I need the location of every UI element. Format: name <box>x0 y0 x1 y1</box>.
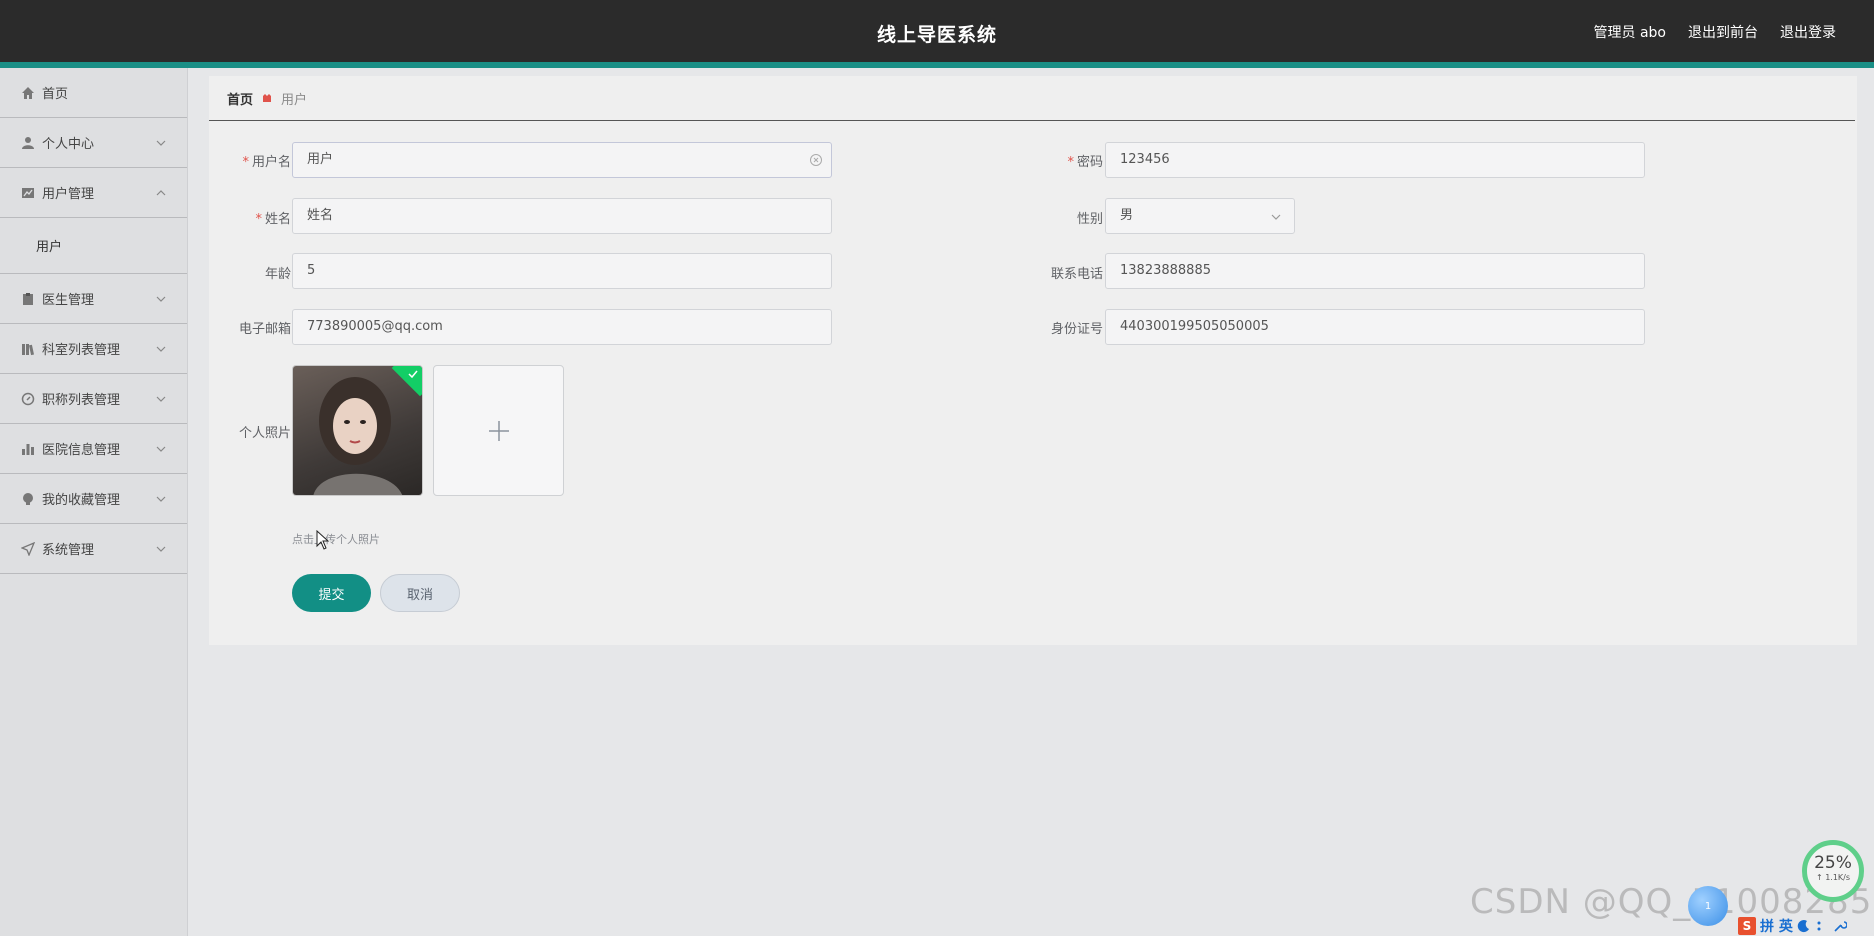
photo-upload-button[interactable] <box>433 365 564 496</box>
chevron-down-icon <box>156 546 166 552</box>
sidebar-item-label: 医生管理 <box>42 293 95 308</box>
chevron-down-icon <box>156 396 166 402</box>
submit-button[interactable]: 提交 <box>292 574 371 612</box>
chevron-down-icon <box>156 446 166 452</box>
clear-circle-icon[interactable] <box>809 153 823 167</box>
username-input[interactable]: 用户 <box>292 142 832 178</box>
check-icon <box>408 370 418 379</box>
sidebar-item-hospital-info-management[interactable]: 医院信息管理 <box>0 424 187 474</box>
sidebar-menu: 首页 个人中心 用户管理 用户 医生管理 科室列表管理 职称列表管理 医院信息管… <box>0 68 188 936</box>
bar-chart-icon <box>20 441 36 457</box>
sidebar-item-label: 个人中心 <box>42 137 95 152</box>
network-speed-widget[interactable]: 25% ↑ 1.1K/s <box>1802 840 1864 902</box>
gender-label: 性别 <box>1076 212 1103 227</box>
clipboard-icon <box>20 291 36 307</box>
photo-upload-hint: 点击上传个人照片 <box>292 533 380 546</box>
chevron-down-icon <box>156 496 166 502</box>
admin-user-link[interactable]: 管理员 abo <box>1594 22 1666 42</box>
sidebar-item-favorites-management[interactable]: 我的收藏管理 <box>0 474 187 524</box>
phone-input[interactable]: 13823888885 <box>1105 253 1645 289</box>
speed-percent: 25% <box>1814 853 1852 873</box>
sidebar-item-title-management[interactable]: 职称列表管理 <box>0 374 187 424</box>
email-label: 电子邮箱 <box>238 322 291 337</box>
sidebar-subitem-users[interactable]: 用户 <box>0 218 187 274</box>
username-label: * 用户名 <box>242 155 291 170</box>
sidebar-item-doctor-management[interactable]: 医生管理 <box>0 274 187 324</box>
photo-image <box>293 366 422 495</box>
punctuation-icon <box>1817 921 1821 931</box>
email-input[interactable]: 773890005@qq.com <box>292 309 832 345</box>
compass-icon <box>20 391 36 407</box>
breadcrumb-home-link[interactable]: 首页 <box>227 89 253 108</box>
breadcrumb-current: 用户 <box>281 92 308 108</box>
main-content-card: 首页 用户 * 用户名 用户 * 密码 123456 * 姓名 姓名 性别 男 年龄 … <box>209 76 1857 645</box>
library-icon <box>20 341 36 357</box>
top-links: 管理员 abo 退出到前台 退出登录 <box>1594 22 1836 42</box>
top-navbar: 线上导医系统 管理员 abo 退出到前台 退出登录 <box>0 0 1874 68</box>
age-label: 年龄 <box>264 267 291 282</box>
password-input[interactable]: 123456 <box>1105 142 1645 178</box>
sidebar-item-user-management[interactable]: 用户管理 <box>0 168 187 218</box>
cancel-button[interactable]: 取消 <box>380 574 460 612</box>
phone-label: 联系电话 <box>1050 267 1103 282</box>
plus-icon <box>489 421 509 441</box>
logout-link[interactable]: 退出登录 <box>1780 22 1836 42</box>
uploaded-photo-thumbnail[interactable] <box>292 365 423 496</box>
ime-toolbar[interactable]: S 拼 英 <box>1738 916 1847 936</box>
sidebar-item-department-management[interactable]: 科室列表管理 <box>0 324 187 374</box>
sidebar-item-label: 科室列表管理 <box>42 343 121 358</box>
sogou-logo-icon: S <box>1738 917 1756 935</box>
sidebar-item-label: 用户管理 <box>42 187 95 202</box>
sidebar-item-personal-center[interactable]: 个人中心 <box>0 118 187 168</box>
chevron-down-icon <box>1271 214 1281 220</box>
age-input[interactable]: 5 <box>292 253 832 289</box>
floating-assistant-ball[interactable]: 1 <box>1688 886 1728 926</box>
wrench-icon <box>1834 921 1847 932</box>
sidebar-item-label: 系统管理 <box>42 543 95 558</box>
id-number-label: 身份证号 <box>1050 322 1103 337</box>
sidebar-item-home[interactable]: 首页 <box>0 68 187 118</box>
back-to-frontend-link[interactable]: 退出到前台 <box>1688 22 1758 42</box>
chart-icon <box>20 185 36 201</box>
password-label: * 密码 <box>1067 155 1103 170</box>
photo-label: 个人照片 <box>238 426 291 441</box>
sidebar-item-label: 我的收藏管理 <box>42 493 121 508</box>
name-label: * 姓名 <box>255 212 291 227</box>
user-icon <box>20 135 36 151</box>
sidebar-item-label: 首页 <box>42 87 69 102</box>
id-number-input[interactable]: 440300199505050005 <box>1105 309 1645 345</box>
home-icon <box>20 85 36 101</box>
sidebar-item-label: 职称列表管理 <box>42 393 121 408</box>
sidebar-item-system-management[interactable]: 系统管理 <box>0 524 187 574</box>
name-input[interactable]: 姓名 <box>292 198 832 234</box>
chevron-down-icon <box>156 346 166 352</box>
chevron-up-icon <box>156 189 166 195</box>
ime-mode-label: 拼 英 <box>1760 919 1793 935</box>
speed-rate: ↑ 1.1K/s <box>1815 873 1851 882</box>
chevron-down-icon <box>156 296 166 302</box>
gender-select[interactable]: 男 <box>1105 198 1295 234</box>
send-icon <box>20 541 36 557</box>
bulb-icon <box>20 491 36 507</box>
sidebar-item-label: 医院信息管理 <box>42 443 121 458</box>
moon-icon <box>1797 920 1809 933</box>
mouse-cursor-icon <box>316 530 330 550</box>
breadcrumb-separator-icon <box>261 92 273 104</box>
chevron-down-icon <box>156 140 166 146</box>
breadcrumb: 首页 用户 <box>209 76 1855 121</box>
